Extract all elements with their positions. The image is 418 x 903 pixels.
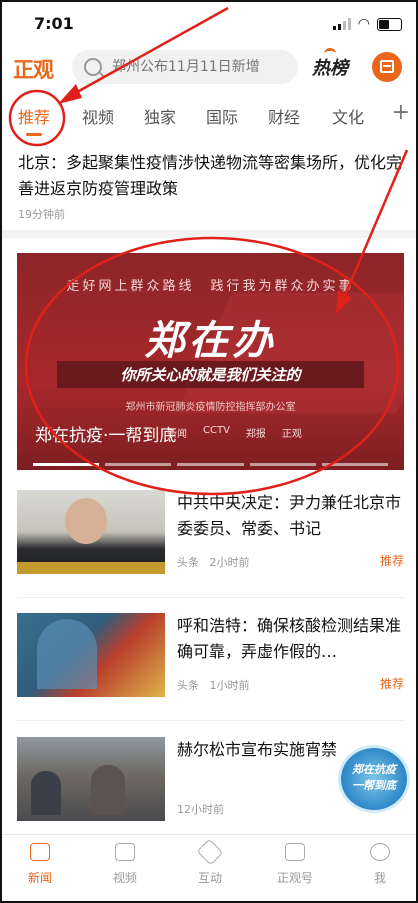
status-icons: ◠ [332,16,402,32]
partner-logo: 正观 [281,429,302,440]
tab-international[interactable]: 国际 [206,104,238,128]
nav-label: 我 [373,871,386,885]
news-icon [30,843,50,861]
nav-label: 视频 [112,871,137,885]
article-meta: 头条 2小时前 [177,554,250,570]
badge-line: 郑在抗疫 [352,763,396,776]
search-input[interactable] [110,58,298,76]
app-header: 正观 热榜 [0,44,418,90]
nav-news[interactable]: 新闻 [5,843,75,886]
recommend-tag: 推荐 [379,554,404,568]
carousel-dot[interactable] [249,463,316,466]
top-article[interactable]: 北京：多起聚集性疫情涉快递物流等密集场所，优化完善进返京防疫管理政策 19分钟前 [18,150,404,222]
article-time: 2小时前 [209,556,250,569]
article-meta: 12小时前 [177,801,224,817]
add-channel-icon[interactable]: + [392,100,410,125]
list-item[interactable]: 呼和浩特：确保核酸检测结果准确可靠，弄虚作假的… 头条 1小时前 推荐 [17,613,404,707]
search-bar[interactable] [72,50,298,84]
article-title[interactable]: 呼和浩特：确保核酸检测结果准确可靠，弄虚作假的… [177,613,404,665]
partner-logo: 郑报 [245,429,266,440]
tab-exclusive[interactable]: 独家 [144,104,176,128]
article-source: 头条 [177,679,199,692]
banner-subline: 你所关心的就是我们关注的 [57,361,364,388]
nav-video[interactable]: 视频 [90,843,160,886]
carousel-dot[interactable] [321,463,389,466]
nav-account[interactable]: 正观号 [260,843,330,886]
article-time: 1小时前 [209,679,250,692]
tab-culture[interactable]: 文化 [332,104,364,128]
divider [17,720,404,721]
banner-carousel[interactable]: 走好网上群众路线 践行我为群众办实事 郑在办 你所关心的就是我们关注的 郑州市新… [17,253,404,470]
article-title[interactable]: 中共中央决定：尹力兼任北京市委委员、常委、书记 [177,490,404,542]
account-icon [285,843,305,861]
banner-headline: 郑在办 [144,317,277,364]
calendar-icon[interactable] [372,52,402,82]
banner-tagline: 走好网上群众路线 践行我为群众办实事 [66,279,355,294]
search-icon [84,58,102,76]
partner-logo: 新闻 [167,429,187,440]
carousel-dot[interactable] [177,463,244,466]
channel-tabs: 推荐 视频 独家 国际 财经 文化 + [0,94,418,138]
badge-line: 一帮到底 [352,779,396,792]
carousel-dot[interactable] [33,463,100,466]
nav-label: 互动 [197,871,222,885]
signal-icon [332,18,351,30]
nav-label: 新闻 [27,871,52,885]
banner-org: 郑州市新冠肺炎疫情防控指挥部办公室 [125,402,296,413]
article-meta: 头条 1小时前 [177,677,250,693]
bottom-nav: 新闻 视频 互动 正观号 我 [0,834,418,903]
app-logo: 正观 [13,57,54,82]
carousel-dot[interactable] [105,463,172,466]
top-article-title[interactable]: 北京：多起聚集性疫情涉快递物流等密集场所，优化完善进返京防疫管理政策 [18,150,404,202]
tab-recommend[interactable]: 推荐 [18,104,50,136]
tab-finance[interactable]: 财经 [268,104,300,128]
top-article-time: 19分钟前 [18,208,65,221]
wifi-icon: ◠ [357,16,370,32]
divider [17,597,404,598]
hot-list-button[interactable]: 热榜 [312,48,348,80]
article-time: 12小时前 [177,803,224,816]
status-bar: 7:01 ◠ [0,0,418,44]
list-item[interactable]: 中共中央决定：尹力兼任北京市委委员、常委、书记 头条 2小时前 推荐 [17,490,404,584]
article-source: 头条 [177,556,199,569]
article-thumbnail [17,737,165,821]
nav-label: 正观号 [276,871,313,885]
battery-icon [377,17,402,31]
badge-text: 郑在抗疫 一帮到底 [343,762,405,794]
recommend-tag: 推荐 [379,677,404,691]
section-divider [0,230,418,238]
carousel-indicator [33,463,389,466]
video-icon [115,843,135,861]
article-thumbnail [17,613,165,697]
status-time: 7:01 [34,14,74,33]
nav-me[interactable]: 我 [345,843,415,886]
interact-icon [196,838,224,866]
banner-caption: 郑在抗疫·一帮到底 [35,426,177,446]
nav-interact[interactable]: 互动 [175,838,245,886]
banner-partner-logos: 新闻 CCTV 郑报 正观 [167,425,302,440]
article-thumbnail [17,490,165,574]
profile-icon [370,843,390,861]
floating-campaign-badge[interactable]: 郑在抗疫 一帮到底 [341,748,407,810]
partner-logo: CCTV [203,425,230,436]
tab-video[interactable]: 视频 [82,104,114,128]
